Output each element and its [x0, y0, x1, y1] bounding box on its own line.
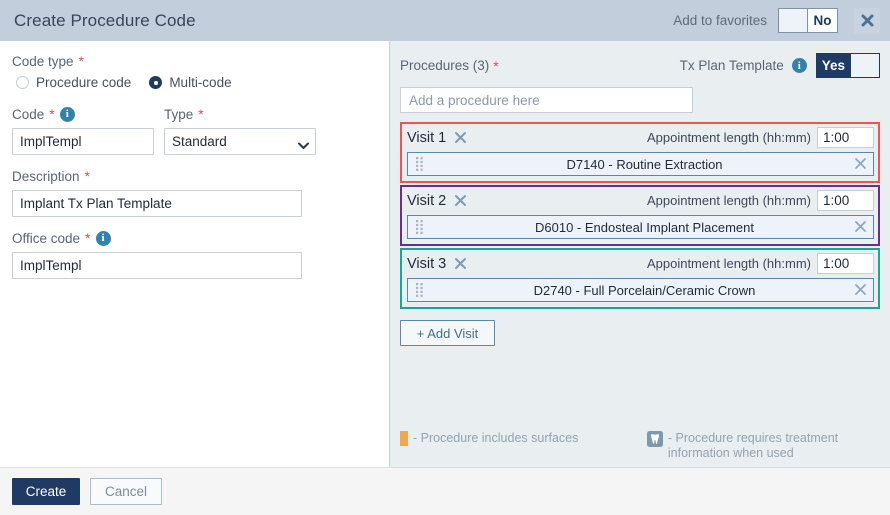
code-label: Code * i: [12, 106, 154, 122]
description-label-text: Description: [12, 168, 80, 184]
required-asterisk: *: [493, 57, 499, 74]
code-input[interactable]: [12, 128, 154, 155]
add-to-favorites-toggle[interactable]: No: [778, 8, 838, 33]
visit-name: Visit 1: [407, 129, 447, 146]
tooth-icon: [646, 431, 663, 447]
legend-label: - Procedure includes surfaces: [413, 431, 579, 445]
legend-item-treatment-info: - Procedure requires treatment informati…: [646, 431, 880, 461]
drag-handle-icon[interactable]: [408, 283, 430, 297]
add-procedure-input[interactable]: [400, 87, 693, 113]
code-field: Code * i: [12, 106, 154, 155]
tx-plan-template-toggle[interactable]: Yes: [815, 53, 880, 78]
required-asterisk: *: [49, 106, 55, 122]
visit-name: Visit 3: [407, 255, 447, 272]
appointment-length-input[interactable]: [817, 253, 874, 274]
radio-procedure-code-label: Procedure code: [36, 75, 132, 90]
type-select[interactable]: Standard: [164, 128, 316, 155]
required-asterisk: *: [84, 168, 90, 184]
radio-procedure-code[interactable]: Procedure code: [16, 75, 131, 90]
remove-procedure-button[interactable]: [854, 157, 867, 170]
procedure-name: D6010 - Endosteal Implant Placement: [535, 219, 754, 235]
required-asterisk: *: [78, 53, 84, 69]
radio-multi-code-label: Multi-code: [169, 75, 232, 90]
appointment-length-label: Appointment length (hh:mm): [646, 130, 811, 145]
add-visit-button[interactable]: + Add Visit: [400, 320, 495, 346]
cancel-button[interactable]: Cancel: [90, 478, 162, 505]
description-input[interactable]: [12, 190, 302, 217]
visit-card: Visit 2 Appointment length (hh:mm) 1:00 …: [400, 185, 880, 246]
dialog-footer: Create Cancel: [0, 467, 890, 515]
visit-name: Visit 2: [407, 192, 447, 209]
legend-label: - Procedure requires treatment informati…: [667, 431, 839, 460]
left-form-panel: Code type * Procedure code Multi-code Co…: [0, 41, 390, 467]
procedures-title: Procedures (3) *: [400, 58, 680, 74]
office-code-field: Office code * i: [12, 230, 375, 279]
tx-plan-template-label: Tx Plan Template: [679, 58, 784, 73]
appointment-length-label: Appointment length (hh:mm): [646, 193, 811, 208]
remove-visit-button[interactable]: [454, 257, 467, 270]
procedure-name: D7140 - Routine Extraction: [566, 156, 723, 172]
type-label: Type *: [164, 106, 316, 122]
dialog-body: Code type * Procedure code Multi-code Co…: [0, 41, 890, 467]
appointment-length-input[interactable]: [817, 190, 874, 211]
required-asterisk: *: [198, 106, 204, 122]
office-code-label: Office code * i: [12, 230, 375, 246]
close-button[interactable]: [854, 7, 880, 34]
code-type-label-text: Code type: [12, 53, 74, 69]
remove-procedure-button[interactable]: [854, 220, 867, 233]
add-to-favorites-toggle-value: No: [808, 9, 837, 32]
procedure-row[interactable]: D2740 - Full Porcelain/Ceramic Crown: [407, 278, 874, 302]
procedure-row[interactable]: D7140 - Routine Extraction: [407, 152, 874, 176]
type-label-text: Type: [164, 106, 194, 122]
description-label: Description *: [12, 168, 375, 184]
remove-procedure-button[interactable]: [854, 283, 867, 296]
visit-card: Visit 1 Appointment length (hh:mm) 1:00 …: [400, 122, 880, 183]
radio-multi-code[interactable]: Multi-code: [149, 75, 232, 90]
code-type-radio-group: Procedure code Multi-code: [16, 75, 375, 90]
code-type-label: Code type *: [12, 53, 375, 69]
info-icon[interactable]: i: [59, 106, 75, 122]
code-and-type-row: Code * i Type * Standard: [12, 106, 375, 155]
create-procedure-code-dialog: Create Procedure Code Add to favorites N…: [0, 0, 890, 515]
type-select-wrapper: Standard: [164, 128, 316, 155]
dialog-titlebar: Create Procedure Code Add to favorites N…: [0, 0, 890, 41]
remove-visit-button[interactable]: [454, 131, 467, 144]
procedures-header: Procedures (3) * Tx Plan Template i Yes: [400, 53, 880, 78]
tx-plan-template-toggle-value: Yes: [816, 54, 850, 77]
page-title: Create Procedure Code: [14, 10, 196, 30]
procedures-panel: Procedures (3) * Tx Plan Template i Yes …: [390, 41, 890, 467]
legend-item-surfaces: - Procedure includes surfaces: [400, 431, 647, 446]
required-asterisk: *: [85, 230, 91, 246]
visit-card: Visit 3 Appointment length (hh:mm) 1:00 …: [400, 248, 880, 309]
code-label-text: Code: [12, 106, 45, 122]
drag-handle-icon[interactable]: [408, 157, 430, 171]
visit-header: Visit 1 Appointment length (hh:mm): [407, 127, 874, 148]
legend: - Procedure includes surfaces - Procedur…: [400, 431, 880, 461]
toggle-knob: [779, 9, 808, 32]
appointment-length-input[interactable]: [817, 127, 874, 148]
radio-multi-code-indicator: [149, 76, 163, 89]
close-icon: [860, 13, 875, 28]
remove-visit-button[interactable]: [454, 194, 467, 207]
procedures-count-label: Procedures (3): [400, 58, 490, 73]
drag-handle-icon[interactable]: [408, 220, 430, 234]
create-button[interactable]: Create: [12, 478, 80, 505]
visit-header: Visit 3 Appointment length (hh:mm): [407, 253, 874, 274]
visit-header: Visit 2 Appointment length (hh:mm): [407, 190, 874, 211]
office-code-input[interactable]: [12, 252, 302, 279]
description-field: Description *: [12, 168, 375, 217]
toggle-knob: [850, 54, 879, 77]
office-code-label-text: Office code: [12, 230, 81, 246]
procedure-name: D2740 - Full Porcelain/Ceramic Crown: [533, 282, 756, 298]
appointment-length-label: Appointment length (hh:mm): [646, 256, 811, 271]
procedure-row[interactable]: D6010 - Endosteal Implant Placement: [407, 215, 874, 239]
radio-procedure-code-indicator: [16, 76, 29, 89]
info-icon[interactable]: i: [95, 230, 111, 246]
info-icon[interactable]: i: [791, 58, 807, 73]
orange-square-icon: [400, 431, 408, 446]
type-field: Type * Standard: [164, 106, 316, 155]
code-type-field: Code type * Procedure code Multi-code: [12, 53, 375, 90]
add-to-favorites-label: Add to favorites: [673, 13, 767, 28]
